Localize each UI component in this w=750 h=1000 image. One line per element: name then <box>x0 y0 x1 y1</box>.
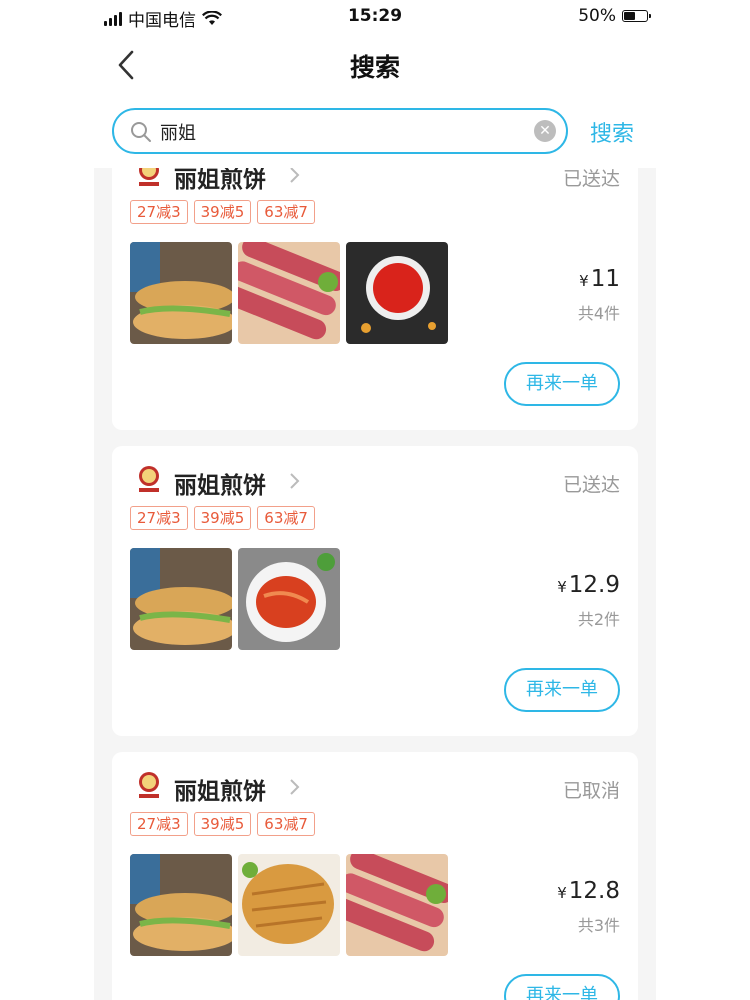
item-thumbnails <box>130 242 448 344</box>
item-count: 共3件 <box>577 916 620 935</box>
sausages-image <box>346 854 448 956</box>
sausages-image <box>238 242 340 344</box>
discount-tag: 39减5 <box>193 812 252 836</box>
chevron-right-icon <box>290 779 300 795</box>
search-box[interactable]: ✕ <box>112 108 568 154</box>
discount-tag: 39减5 <box>193 200 252 224</box>
item-thumbnails <box>130 548 340 650</box>
currency-symbol: ¥ <box>557 884 567 902</box>
item-count: 共2件 <box>577 610 620 629</box>
chevron-right-icon <box>290 473 300 489</box>
status-right: 50% <box>578 6 651 26</box>
item-thumbnails <box>130 854 448 956</box>
order-status: 已送达 <box>562 168 620 190</box>
discount-tag: 27减3 <box>130 812 188 836</box>
shop-name[interactable]: 丽姐煎饼 <box>174 168 266 194</box>
page-title: 搜索 <box>349 53 400 82</box>
discount-tags: 27减3 39减5 63减7 <box>130 200 315 224</box>
battery-icon <box>622 10 651 22</box>
shop-logo-icon <box>139 466 159 492</box>
order-status: 已送达 <box>562 474 620 496</box>
chevron-right-icon <box>290 168 300 183</box>
reorder-button[interactable]: 再来一单 <box>504 668 620 712</box>
jianbing-roll-image <box>130 242 232 344</box>
shop-logo-icon <box>139 772 159 798</box>
battery-percent: 50% <box>578 6 616 26</box>
search-input[interactable] <box>158 118 522 146</box>
price-value: 11 <box>590 266 620 292</box>
fried-chicken-cutlet-image <box>238 854 340 956</box>
currency-symbol: ¥ <box>557 578 567 596</box>
order-price: ¥12.9 <box>557 572 620 598</box>
discount-tag: 27减3 <box>130 200 188 224</box>
order-price: ¥11 <box>579 266 620 292</box>
ketchup-dip-image <box>346 242 448 344</box>
discount-tag: 63减7 <box>257 812 315 836</box>
discount-tags: 27减3 39减5 63减7 <box>130 812 315 836</box>
nav-header: 搜索 <box>94 34 656 96</box>
order-list: 丽姐煎饼 已送达 27减3 39减5 63减7 ¥11 共4件 再来一单 丽姐煎… <box>94 168 656 1000</box>
shop-logo-icon <box>139 168 159 186</box>
discount-tag: 63减7 <box>257 200 315 224</box>
price-value: 12.8 <box>568 878 620 904</box>
order-status: 已取消 <box>562 780 620 802</box>
shop-name[interactable]: 丽姐煎饼 <box>174 466 266 500</box>
reorder-button[interactable]: 再来一单 <box>504 974 620 1000</box>
discount-tag: 63减7 <box>257 506 315 530</box>
clear-icon[interactable]: ✕ <box>534 120 556 142</box>
search-button[interactable]: 搜索 <box>590 116 634 148</box>
item-count: 共4件 <box>577 304 620 323</box>
discount-tag: 27减3 <box>130 506 188 530</box>
jianbing-roll-image <box>130 548 232 650</box>
reorder-button[interactable]: 再来一单 <box>504 362 620 406</box>
search-icon <box>131 122 151 142</box>
order-card[interactable]: 丽姐煎饼 已送达 27减3 39减5 63减7 <box>112 446 638 736</box>
discount-tag: 39减5 <box>193 506 252 530</box>
phone-screen: 中国电信 15:29 50% 搜索 ✕ <box>94 0 656 1000</box>
discount-tags: 27减3 39减5 63减7 <box>130 506 315 530</box>
order-card[interactable]: 丽姐煎饼 已送达 27减3 39减5 63减7 <box>112 168 638 430</box>
search-row: ✕ 搜索 <box>94 96 656 168</box>
order-price: ¥12.8 <box>557 878 620 904</box>
shop-name[interactable]: 丽姐煎饼 <box>174 772 266 806</box>
clock: 15:29 <box>347 6 403 26</box>
status-bar: 中国电信 15:29 50% <box>94 0 656 34</box>
jianbing-roll-image <box>130 854 232 956</box>
currency-symbol: ¥ <box>579 272 589 290</box>
kimchi-image <box>238 548 340 650</box>
order-card[interactable]: 丽姐煎饼 已取消 27减3 39减5 63减7 ¥12.8 共3件 再来一单 <box>112 752 638 1000</box>
price-value: 12.9 <box>568 572 620 598</box>
